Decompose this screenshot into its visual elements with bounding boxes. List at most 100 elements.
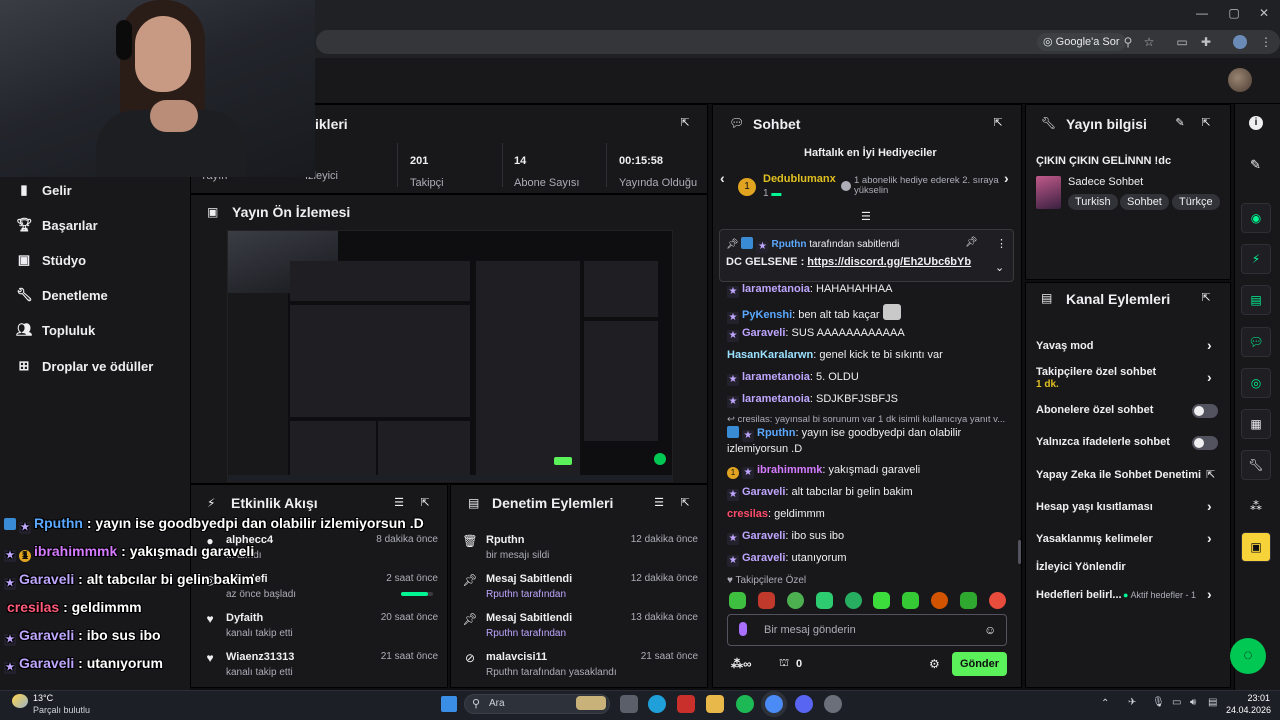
chat-username[interactable]: Garaveli: [742, 486, 785, 498]
edge-icon[interactable]: [648, 695, 666, 713]
chat-username[interactable]: larametanoia: [742, 371, 810, 383]
star-icon[interactable]: ☆: [1141, 34, 1157, 50]
chat-username[interactable]: Garaveli: [742, 552, 785, 564]
pinned-by[interactable]: Rputhn: [771, 239, 806, 250]
chevron-right-icon[interactable]: ›: [1207, 369, 1212, 385]
pinned-link[interactable]: https://discord.gg/Eh2Ubc6bYb: [807, 256, 971, 268]
sidebar-item-gelir[interactable]: ▮ Gelir: [16, 180, 71, 200]
chat-username[interactable]: ibrahimmmk: [757, 464, 822, 476]
filter-icon[interactable]: ☰: [652, 496, 666, 510]
profile-icon[interactable]: [1233, 35, 1247, 49]
gear-icon[interactable]: ⚙: [929, 657, 940, 671]
sidebar-item-topluluk[interactable]: 👥︎ Topluluk: [16, 320, 95, 340]
emote-icon[interactable]: [758, 592, 775, 609]
tag-pill[interactable]: Turkish: [1068, 194, 1118, 210]
sidebar-item-denetleme[interactable]: 🔧︎ Denetleme: [16, 285, 108, 305]
popout-icon[interactable]: ⇱: [991, 116, 1005, 130]
emote-icon[interactable]: [845, 592, 862, 609]
chevron-left-icon[interactable]: ‹: [720, 170, 725, 186]
identity-icon[interactable]: ⁂∞: [731, 657, 752, 671]
avatar[interactable]: [1228, 68, 1252, 92]
unpin-icon[interactable]: 📌︎: [965, 237, 978, 248]
tray-network-icon[interactable]: ▭: [1172, 697, 1181, 708]
lightning-icon[interactable]: ⚡︎: [1241, 244, 1271, 274]
emote-icon[interactable]: [873, 592, 890, 609]
task-view-icon[interactable]: [620, 695, 638, 713]
chat-username[interactable]: Rputhn: [757, 427, 795, 439]
cast-icon[interactable]: ▭: [1174, 34, 1190, 50]
emote-icon[interactable]: [989, 592, 1006, 609]
tray-app-icon[interactable]: ✈: [1128, 697, 1136, 708]
chat-username[interactable]: Garaveli: [742, 530, 785, 542]
spotify-icon[interactable]: [736, 695, 754, 713]
clock-time[interactable]: 23:01: [1230, 693, 1270, 703]
shop-icon[interactable]: ▦: [1241, 409, 1271, 439]
windows-start-icon[interactable]: [441, 696, 457, 712]
raid-row[interactable]: İzleyici Yönlendir: [1036, 561, 1221, 573]
chevron-right-icon[interactable]: ›: [1207, 337, 1212, 353]
emote-icon[interactable]: [902, 592, 919, 609]
wrench-icon[interactable]: 🔧︎: [1241, 450, 1271, 480]
more-icon[interactable]: ⋮: [996, 237, 1007, 250]
external-link-icon[interactable]: ⇱: [1206, 468, 1215, 481]
info-icon[interactable]: i: [1249, 116, 1263, 130]
emote-only-toggle[interactable]: [1192, 436, 1218, 450]
emote-icon[interactable]: [816, 592, 833, 609]
chevron-right-icon[interactable]: ›: [1207, 498, 1212, 514]
banned-words-row[interactable]: Yasaklanmış kelimeler: [1036, 533, 1221, 545]
tray-volume-icon[interactable]: 🔊︎: [1190, 697, 1196, 708]
camera-icon[interactable]: ◉: [1241, 203, 1271, 233]
chat-username[interactable]: larametanoia: [742, 393, 810, 405]
microphone-icon[interactable]: [739, 622, 747, 636]
chat-username[interactable]: HasanKaralarwn: [727, 349, 813, 361]
chat-username[interactable]: PyKenshi: [742, 309, 792, 321]
popout-icon[interactable]: ⇱: [1199, 116, 1213, 130]
edit-icon[interactable]: ✎: [1173, 116, 1187, 130]
chrome-icon[interactable]: [765, 695, 783, 713]
emote-icon[interactable]: [931, 592, 948, 609]
emote-icon[interactable]: [960, 592, 977, 609]
extensions-icon[interactable]: ✚: [1198, 34, 1214, 50]
points-icon[interactable]: ⛫: [779, 657, 789, 671]
chat-username[interactable]: cresilas: [727, 508, 768, 520]
ai-moderation-row[interactable]: Yapay Zeka ile Sohbet Denetimi: [1036, 469, 1221, 481]
chat-scrollbar[interactable]: [1018, 540, 1021, 564]
chevron-right-icon[interactable]: ›: [1207, 530, 1212, 546]
chevron-down-icon[interactable]: ⌄: [995, 261, 1004, 274]
chevron-right-icon[interactable]: ›: [1004, 170, 1009, 186]
chat-username[interactable]: Garaveli: [742, 327, 785, 339]
slow-mode-row[interactable]: Yavaş mod: [1036, 340, 1221, 352]
tray-mic-icon[interactable]: 🎙︎: [1152, 697, 1165, 708]
popout-icon[interactable]: ⇱: [1199, 291, 1213, 305]
sidebar-item-studyo[interactable]: ▣ Stüdyo: [16, 250, 176, 270]
popout-icon[interactable]: ⇱: [418, 496, 432, 510]
discord-icon[interactable]: [795, 695, 813, 713]
account-age-row[interactable]: Hesap yaşı kısıtlaması: [1036, 501, 1221, 513]
top-gifter-name[interactable]: Dedublumanx: [763, 173, 836, 185]
emoji-icon[interactable]: ☺: [984, 623, 996, 637]
popout-icon[interactable]: ⇱: [678, 496, 692, 510]
extensions-icon[interactable]: ⁂: [1241, 491, 1271, 521]
emote-icon[interactable]: [729, 592, 746, 609]
chat-icon[interactable]: 💬︎: [1241, 327, 1271, 357]
notes-icon[interactable]: ▤: [1241, 285, 1271, 315]
tool-icon[interactable]: ▣: [1241, 532, 1271, 562]
broadcast-icon[interactable]: ◎: [1241, 368, 1271, 398]
tag-pill[interactable]: Sohbet: [1120, 194, 1169, 210]
emote-icon[interactable]: [787, 592, 804, 609]
popout-icon[interactable]: ⇱: [678, 116, 692, 130]
chat-username[interactable]: larametanoia: [742, 283, 810, 295]
close-icon[interactable]: ✕: [1254, 6, 1274, 22]
sidebar-item-droplar[interactable]: ⊞ Droplar ve ödüller: [16, 356, 154, 376]
minimize-icon[interactable]: —: [1192, 6, 1212, 22]
weather-desc[interactable]: Parçalı bulutlu: [33, 705, 90, 715]
expand-gifters-icon[interactable]: ☰: [861, 210, 871, 223]
steam-icon[interactable]: [824, 695, 842, 713]
tray-chevron-icon[interactable]: ⌃: [1101, 698, 1109, 709]
clock-date[interactable]: 24.04.2026: [1226, 705, 1271, 715]
tray-battery-icon[interactable]: ▤: [1208, 697, 1217, 708]
tag-pill[interactable]: Türkçe: [1172, 194, 1220, 210]
file-explorer-icon[interactable]: [706, 695, 724, 713]
goals-row[interactable]: Hedefleri belirl...: [1036, 589, 1122, 601]
edit-icon[interactable]: ✎: [1250, 157, 1261, 173]
